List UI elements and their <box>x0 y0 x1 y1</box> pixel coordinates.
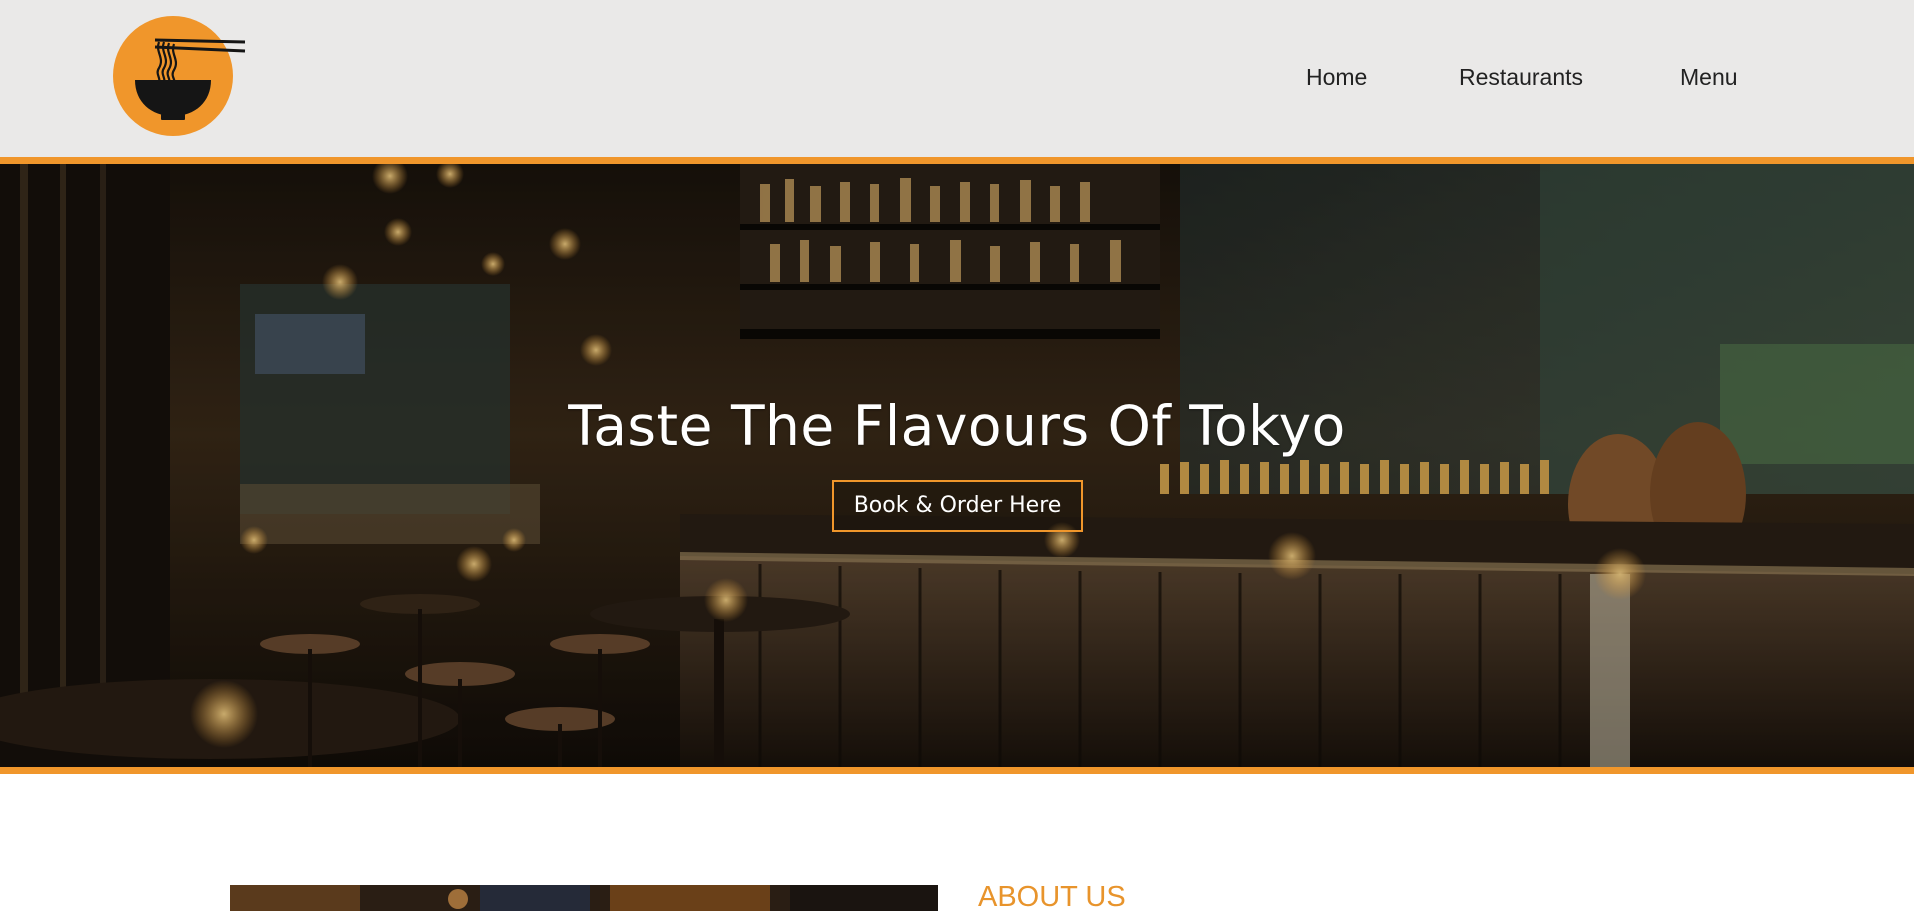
hero-section: Taste The Flavours Of Tokyo Book & Order… <box>0 164 1914 767</box>
nav-restaurants-link[interactable]: Restaurants <box>1459 60 1583 94</box>
accent-divider-top <box>0 157 1914 164</box>
about-us-heading: ABOUT US <box>978 881 1126 911</box>
restaurant-bar-image <box>0 164 1914 767</box>
nav-menu-link[interactable]: Menu <box>1680 60 1738 94</box>
about-us-image <box>230 885 938 911</box>
hero-title: Taste The Flavours Of Tokyo <box>568 394 1346 458</box>
nav-home-link[interactable]: Home <box>1306 60 1367 94</box>
main-nav: Home Restaurants Menu <box>0 60 1914 94</box>
book-order-button[interactable]: Book & Order Here <box>832 480 1083 532</box>
accent-divider-bottom <box>0 767 1914 774</box>
site-header: Home Restaurants Menu <box>0 0 1914 157</box>
